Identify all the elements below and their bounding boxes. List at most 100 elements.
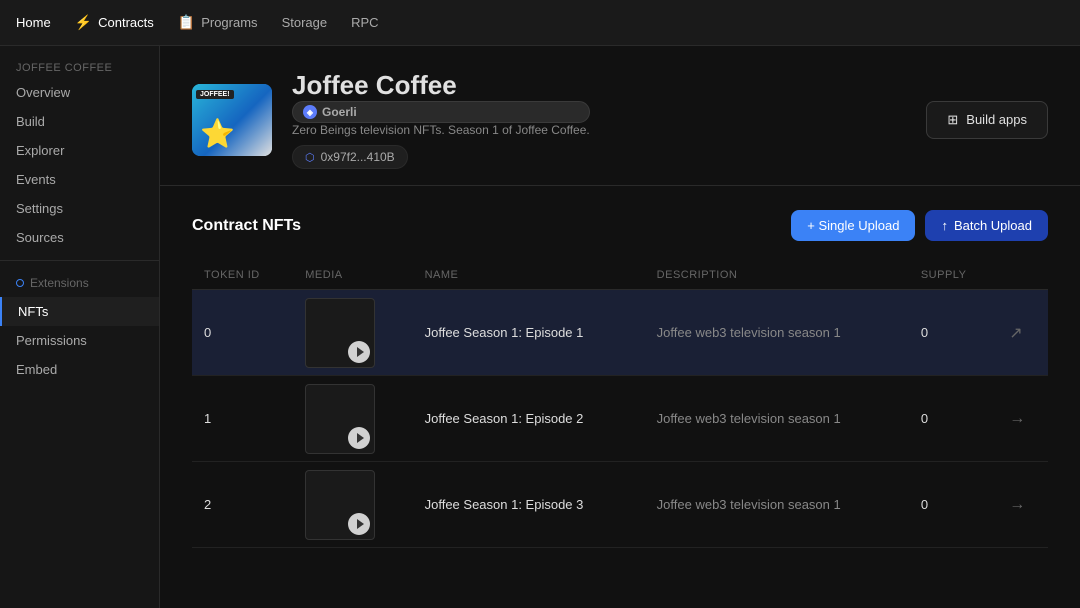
table-row[interactable]: 1 Joffee Season 1: Episode 2 Joffee web3…: [192, 376, 1048, 462]
contracts-label: Contracts: [98, 15, 154, 30]
batch-upload-button[interactable]: ↑ Batch Upload: [925, 210, 1048, 241]
nft-header: Contract NFTs + Single Upload ↑ Batch Up…: [192, 210, 1048, 241]
play-triangle-icon: [357, 433, 364, 443]
network-badge: ◈ Goerli: [292, 101, 590, 123]
row-arrow-icon: →: [1009, 410, 1025, 427]
cell-media: [293, 376, 412, 462]
sidebar-item-permissions[interactable]: Permissions: [0, 326, 159, 355]
sidebar-item-build[interactable]: Build: [0, 107, 159, 136]
cell-name: Joffee Season 1: Episode 2: [413, 376, 645, 462]
network-label: Goerli: [322, 105, 357, 119]
cell-token-id: 1: [192, 376, 293, 462]
sidebar-item-events[interactable]: Events: [0, 165, 159, 194]
events-label: Events: [16, 172, 56, 187]
cell-token-id: 0: [192, 290, 293, 376]
logo-text-badge: JOFFEE!: [196, 90, 234, 99]
sidebar-item-overview[interactable]: Overview: [0, 78, 159, 107]
programs-label: Programs: [201, 15, 257, 30]
col-description: DESCRIPTION: [645, 261, 909, 290]
nav-home[interactable]: Home: [16, 11, 51, 34]
media-thumbnail: [305, 470, 375, 540]
nft-table-header: TOKEN ID MEDIA NAME DESCRIPTION SUPPLY: [192, 261, 1048, 290]
cell-name: Joffee Season 1: Episode 1: [413, 290, 645, 376]
nav-storage[interactable]: Storage: [282, 11, 328, 34]
embed-label: Embed: [16, 362, 57, 377]
cell-arrow: →: [997, 376, 1048, 462]
col-actions: [997, 261, 1048, 290]
explorer-label: Explorer: [16, 143, 64, 158]
col-name: NAME: [413, 261, 645, 290]
row-arrow-icon: ↗: [1009, 325, 1022, 342]
play-button-icon: [348, 513, 370, 535]
settings-label: Settings: [16, 201, 63, 216]
nav-rpc[interactable]: RPC: [351, 11, 378, 34]
cell-arrow: ↗: [997, 290, 1048, 376]
content-area: JOFFEE! ⭐ Joffee Coffee ◈ Goerli Zero Be…: [160, 46, 1080, 608]
build-apps-button[interactable]: ⊞ Build apps: [926, 101, 1048, 139]
table-row[interactable]: 2 Joffee Season 1: Episode 3 Joffee web3…: [192, 462, 1048, 548]
contract-address[interactable]: ⬡ 0x97f2...410B: [292, 145, 408, 169]
col-media: MEDIA: [293, 261, 412, 290]
nav-contracts[interactable]: ⚡ Contracts: [75, 10, 154, 35]
contract-details: Joffee Coffee ◈ Goerli Zero Beings telev…: [292, 70, 590, 169]
build-apps-label: Build apps: [966, 112, 1027, 127]
address-copy-icon: ⬡: [305, 151, 315, 164]
sidebar-item-embed[interactable]: Embed: [0, 355, 159, 384]
nfts-label: NFTs: [18, 304, 48, 319]
nft-section-title: Contract NFTs: [192, 217, 301, 235]
contract-header: JOFFEE! ⭐ Joffee Coffee ◈ Goerli Zero Be…: [160, 46, 1080, 186]
sidebar-item-explorer[interactable]: Explorer: [0, 136, 159, 165]
contract-logo: JOFFEE! ⭐: [192, 84, 272, 156]
media-thumbnail: [305, 384, 375, 454]
cell-supply: 0: [909, 376, 997, 462]
play-triangle-icon: [357, 347, 364, 357]
cell-token-id: 2: [192, 462, 293, 548]
sidebar-item-settings[interactable]: Settings: [0, 194, 159, 223]
single-upload-label: + Single Upload: [807, 218, 899, 233]
sidebar: Joffee Coffee Overview Build Explorer Ev…: [0, 46, 160, 608]
top-nav: Home ⚡ Contracts 📋 Programs Storage RPC: [0, 0, 1080, 46]
programs-icon: 📋: [178, 14, 195, 31]
nav-programs[interactable]: 📋 Programs: [178, 10, 258, 35]
col-supply: SUPPLY: [909, 261, 997, 290]
single-upload-button[interactable]: + Single Upload: [791, 210, 915, 241]
cell-media: [293, 290, 412, 376]
extensions-header: Extensions: [0, 269, 159, 297]
cell-media: [293, 462, 412, 548]
play-button-icon: [348, 341, 370, 363]
extensions-label: Extensions: [30, 276, 89, 290]
network-icon: ◈: [303, 105, 317, 119]
nft-table: TOKEN ID MEDIA NAME DESCRIPTION SUPPLY 0: [192, 261, 1048, 548]
contract-description: Zero Beings television NFTs. Season 1 of…: [292, 123, 590, 137]
sidebar-section-label: Joffee Coffee: [0, 54, 159, 78]
sidebar-divider: [0, 260, 159, 261]
permissions-label: Permissions: [16, 333, 87, 348]
media-thumbnail: [305, 298, 375, 368]
cell-name: Joffee Season 1: Episode 3: [413, 462, 645, 548]
main-layout: Joffee Coffee Overview Build Explorer Ev…: [0, 46, 1080, 608]
table-row[interactable]: 0 Joffee Season 1: Episode 1 Joffee web3…: [192, 290, 1048, 376]
build-apps-icon: ⊞: [947, 112, 958, 128]
sidebar-item-sources[interactable]: Sources: [0, 223, 159, 252]
play-triangle-icon: [357, 519, 364, 529]
sources-label: Sources: [16, 230, 64, 245]
cell-description: Joffee web3 television season 1: [645, 290, 909, 376]
batch-upload-label: Batch Upload: [954, 218, 1032, 233]
build-label: Build: [16, 114, 45, 129]
extensions-dot-icon: [16, 279, 24, 287]
cell-arrow: →: [997, 462, 1048, 548]
rpc-label: RPC: [351, 15, 378, 30]
play-button-icon: [348, 427, 370, 449]
cell-description: Joffee web3 television season 1: [645, 376, 909, 462]
upload-btn-group: + Single Upload ↑ Batch Upload: [791, 210, 1048, 241]
col-token-id: TOKEN ID: [192, 261, 293, 290]
logo-star-icon: ⭐: [200, 117, 235, 150]
address-value: 0x97f2...410B: [321, 150, 395, 164]
contract-title: Joffee Coffee ◈ Goerli: [292, 70, 590, 123]
sidebar-item-nfts[interactable]: NFTs: [0, 297, 159, 326]
nft-table-body: 0 Joffee Season 1: Episode 1 Joffee web3…: [192, 290, 1048, 548]
storage-label: Storage: [282, 15, 328, 30]
contracts-icon: ⚡: [75, 14, 92, 31]
overview-label: Overview: [16, 85, 70, 100]
cell-supply: 0: [909, 462, 997, 548]
